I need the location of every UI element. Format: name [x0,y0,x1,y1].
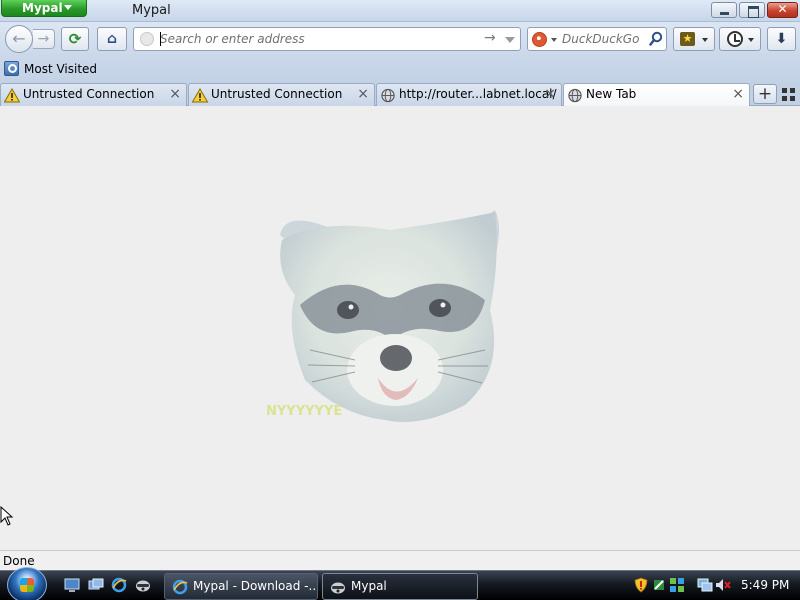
back-button[interactable] [5,25,33,53]
network-icon[interactable] [697,577,713,593]
engine-dropdown-icon[interactable] [551,38,557,42]
close-tab-icon[interactable]: × [169,86,181,102]
raccoon-caption: NYYYYYYE [266,404,342,419]
reload-icon: ⟳ [68,30,82,48]
raccoon-icon[interactable] [135,577,151,593]
maximize-button[interactable] [739,2,765,18]
volume-muted-icon[interactable] [715,577,731,593]
tab-router[interactable]: http://router...labnet.local/ × [376,83,562,106]
new-tab-button[interactable]: + [753,84,777,104]
close-icon: ✕ [777,2,788,16]
search-icon[interactable] [649,31,663,47]
raccoon-icon [331,582,345,594]
duckduckgo-icon[interactable] [532,32,547,47]
tab-untrusted-connection[interactable]: Untrusted Connection × [0,83,187,106]
reload-button[interactable]: ⟳ [61,27,89,51]
tab-untrusted-connection[interactable]: Untrusted Connection × [188,83,375,106]
search-bar[interactable] [527,27,667,51]
mouse-pointer-icon [0,506,14,526]
url-dropdown-icon[interactable] [505,37,515,43]
taskbar-button-mypal[interactable]: Mypal [322,573,478,600]
show-desktop-icon[interactable] [64,577,80,593]
site-identity-icon[interactable] [140,32,154,46]
search-input[interactable] [562,30,646,48]
chevron-down-icon [748,38,754,42]
status-text: Done [3,554,35,568]
tab-label: New Tab [586,87,637,101]
raccoon-logo: NYYYYYYE [266,210,499,423]
tools-icon[interactable] [651,577,667,593]
title-bar: Mypal Mypal ✕ [0,0,800,22]
home-icon: ⌂ [106,31,118,47]
ie-icon[interactable] [111,577,127,593]
tab-label: http://router...labnet.local/ [399,87,557,101]
close-tab-icon[interactable]: × [357,86,369,102]
tab-label: Untrusted Connection [23,87,155,101]
app-menu-button[interactable]: Mypal [1,0,87,17]
ie-icon [172,579,188,595]
bookmark-star-icon: ★ [680,32,695,46]
taskbar-button-label: Mypal [351,579,387,593]
start-button[interactable] [7,567,47,600]
clock-icon [727,31,743,47]
minimize-button[interactable] [711,2,737,18]
page-content: NYYYYYYE [0,106,800,550]
warning-icon [4,88,20,103]
tab-new-tab[interactable]: New Tab × [563,83,750,107]
address-bar[interactable]: → [133,27,521,51]
address-input[interactable] [160,30,470,48]
forward-button[interactable] [33,29,55,49]
text-caret [160,32,161,46]
download-icon: ⬇ [775,31,788,47]
chevron-down-icon [702,38,708,42]
app-menu-label: Mypal [22,1,63,15]
home-button[interactable]: ⌂ [97,27,127,51]
close-window-button[interactable]: ✕ [767,2,798,18]
taskbar: Mypal - Download -... Mypal 5:49 PM [0,567,800,600]
globe-icon [568,88,582,103]
navigation-toolbar: ⟳ ⌂ → ★ ⬇ [0,22,800,56]
windows-update-icon[interactable] [669,577,685,593]
close-tab-icon[interactable]: × [544,86,556,102]
taskbar-button-label: Mypal - Download -... [193,579,318,593]
warning-icon [192,88,208,103]
switch-windows-icon[interactable] [88,577,104,593]
window-title: Mypal [132,3,171,18]
list-all-tabs-icon[interactable] [782,88,796,102]
bookmark-label: Most Visited [24,62,98,76]
security-shield-icon[interactable] [633,577,649,593]
history-button[interactable] [719,27,761,51]
taskbar-button-mypal-download[interactable]: Mypal - Download -... [164,573,318,600]
tab-label: Untrusted Connection [211,87,343,101]
downloads-button[interactable]: ⬇ [767,27,796,51]
tab-strip: Untrusted Connection × Untrusted Connect… [0,82,800,107]
status-bar: Done [0,550,800,570]
bookmarks-button[interactable]: ★ [673,27,715,51]
bookmarks-toolbar: Most Visited [0,56,800,82]
taskbar-clock[interactable]: 5:49 PM [741,578,789,592]
close-tab-icon[interactable]: × [732,86,744,102]
chevron-down-icon [64,5,72,10]
go-arrow-icon[interactable]: → [484,30,496,46]
most-visited-icon [4,61,19,76]
globe-icon [381,88,395,103]
bookmark-most-visited[interactable]: Most Visited [4,60,97,78]
